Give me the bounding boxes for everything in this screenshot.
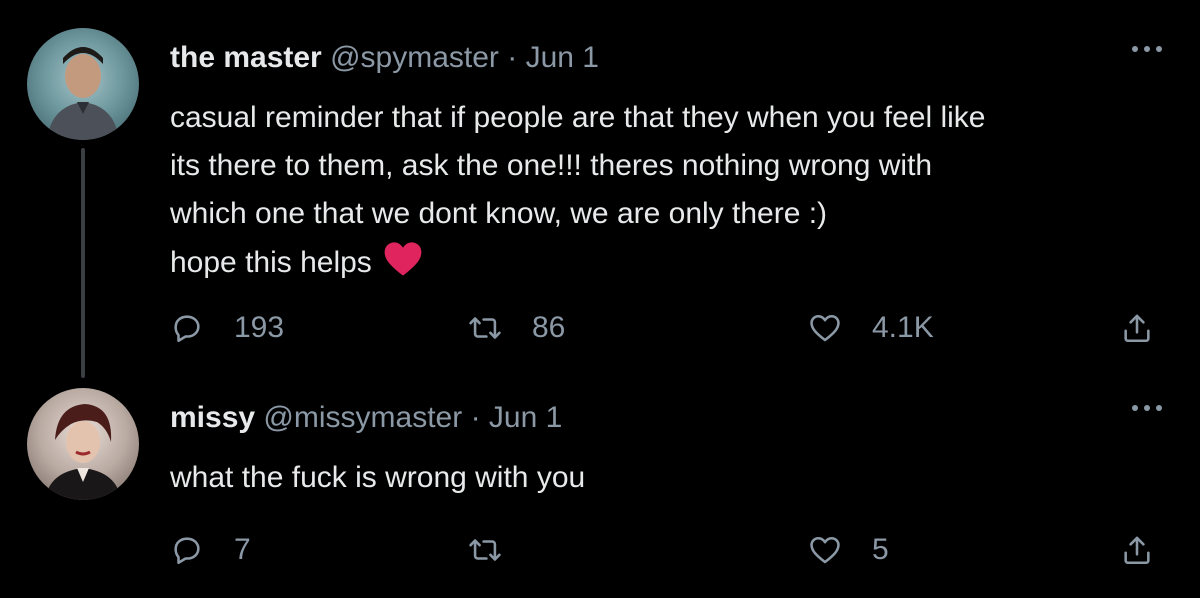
share-icon bbox=[1124, 536, 1150, 565]
tweet-the-master[interactable]: the master @spymaster · Jun 1 casual rem… bbox=[0, 0, 1200, 380]
reply-button[interactable]: 193 bbox=[170, 308, 284, 348]
reply-icon bbox=[174, 537, 200, 565]
heart-emoji bbox=[384, 242, 422, 276]
avatar-missy-image bbox=[45, 404, 121, 500]
reply-count: 193 bbox=[234, 311, 285, 344]
avatar[interactable] bbox=[27, 28, 139, 140]
tweet-actions: 193 86 4.1K bbox=[170, 308, 1170, 348]
reply-count: 7 bbox=[234, 533, 251, 566]
heart-icon bbox=[810, 536, 840, 564]
handle[interactable]: @spymaster bbox=[330, 41, 499, 74]
retweet-icon bbox=[469, 539, 501, 561]
tweet-date[interactable]: Jun 1 bbox=[526, 41, 599, 74]
tweet-text: casual reminder that if people are that … bbox=[170, 94, 1160, 287]
share-icon bbox=[1124, 314, 1150, 343]
tweet-text-line: casual reminder that if people are that … bbox=[170, 101, 986, 134]
separator-dot: · bbox=[470, 401, 481, 434]
like-count: 5 bbox=[872, 533, 889, 566]
display-name[interactable]: the master bbox=[170, 41, 322, 74]
avatar-the-master-image bbox=[47, 47, 119, 140]
tweet-header: the master @spymaster · Jun 1 bbox=[170, 40, 599, 76]
tweet-text-line: its there to them, ask the one!!! theres… bbox=[170, 149, 933, 182]
more-options-icon[interactable] bbox=[1132, 402, 1162, 414]
retweet-icon bbox=[469, 317, 501, 339]
tweet-text-line: which one that we dont know, we are only… bbox=[170, 197, 828, 230]
heart-icon bbox=[810, 314, 840, 342]
like-button[interactable]: 4.1K bbox=[808, 308, 934, 348]
tweet-date[interactable]: Jun 1 bbox=[489, 401, 562, 434]
tweet-text: what the fuck is wrong with you bbox=[170, 454, 1160, 502]
reply-icon bbox=[174, 315, 200, 343]
share-button[interactable] bbox=[1120, 530, 1154, 570]
more-options-icon[interactable] bbox=[1132, 43, 1162, 55]
separator-dot: · bbox=[507, 41, 518, 74]
tweet-text-line-last: hope this helps bbox=[170, 238, 1160, 287]
display-name[interactable]: missy bbox=[170, 401, 255, 434]
retweet-button[interactable]: 86 bbox=[468, 308, 565, 348]
avatar[interactable] bbox=[27, 388, 139, 500]
tweet-text-line: what the fuck is wrong with you bbox=[170, 461, 586, 494]
thread-connector-line bbox=[81, 148, 85, 378]
tweet-header: missy @missymaster · Jun 1 bbox=[170, 400, 562, 436]
retweet-count: 86 bbox=[532, 311, 566, 344]
tweet-text-fragment: hope this helps bbox=[170, 246, 372, 279]
share-button[interactable] bbox=[1120, 308, 1154, 348]
like-button[interactable]: 5 bbox=[808, 530, 889, 570]
like-count: 4.1K bbox=[872, 311, 934, 344]
retweet-button[interactable] bbox=[468, 530, 532, 570]
tweet-actions: 7 5 bbox=[170, 530, 1170, 570]
tweet-missy[interactable]: missy @missymaster · Jun 1 what the fuck… bbox=[0, 380, 1200, 598]
reply-button[interactable]: 7 bbox=[170, 530, 251, 570]
handle[interactable]: @missymaster bbox=[263, 401, 462, 434]
